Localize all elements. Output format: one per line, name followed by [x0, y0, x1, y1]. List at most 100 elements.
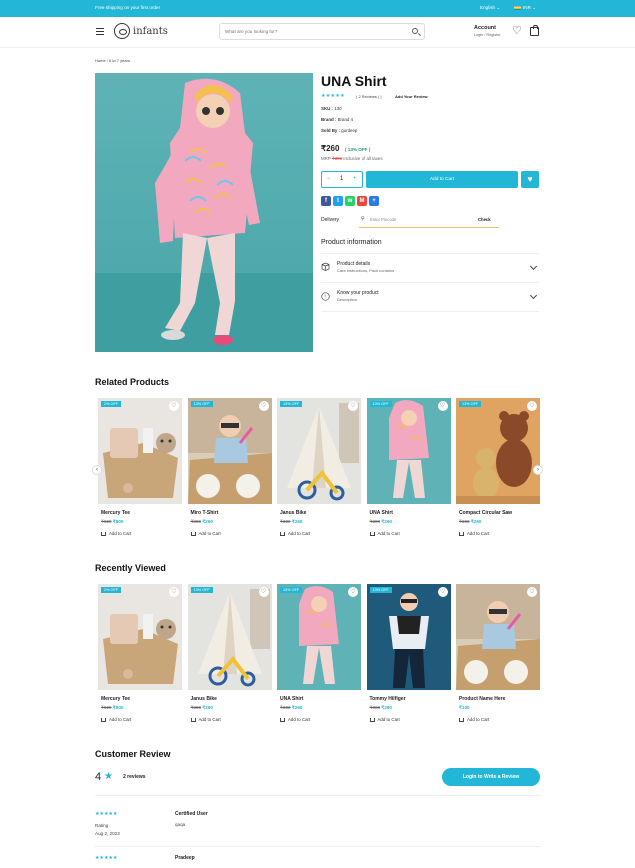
- product-card-mrp: ₹300: [190, 705, 202, 710]
- heart-icon[interactable]: ♡: [437, 587, 448, 597]
- product-card-sale-price: ₹260: [202, 519, 213, 524]
- gmail-icon[interactable]: M: [357, 196, 367, 206]
- currency-select[interactable]: INR ⌄: [514, 5, 536, 11]
- logo-icon[interactable]: [114, 23, 130, 39]
- add-to-cart-button[interactable]: Add to Cart: [366, 171, 518, 188]
- product-card-image[interactable]: [187, 584, 272, 690]
- product-card-mrp: ₹300: [369, 705, 381, 710]
- product-card-add-to-cart[interactable]: Add to Cart: [280, 717, 310, 722]
- product-card-name[interactable]: Janus Bike: [191, 696, 217, 702]
- product-card-image[interactable]: [366, 398, 451, 504]
- product-card-price: ₹300 ₹260: [191, 705, 213, 711]
- heart-icon[interactable]: ♡: [348, 401, 358, 411]
- know-your-product-sub: Description: [337, 297, 358, 302]
- qty-increment-button[interactable]: +: [353, 176, 357, 182]
- product-card-sale-price: ₹100: [459, 705, 470, 710]
- check-pincode-button[interactable]: Check: [478, 217, 491, 222]
- customer-review-heading: Customer Review: [95, 749, 171, 759]
- product-card-image[interactable]: [277, 584, 361, 690]
- twitter-icon[interactable]: t: [333, 196, 343, 206]
- logo-text[interactable]: infants: [133, 26, 168, 37]
- search-input[interactable]: [220, 24, 400, 39]
- product-card-image[interactable]: [187, 398, 272, 504]
- heart-icon[interactable]: ♡: [437, 401, 448, 411]
- discount-badge: 13% OFF: [190, 587, 213, 593]
- product-card-add-to-cart[interactable]: Add to Cart: [190, 717, 221, 722]
- product-card-price: ₹300 ₹260: [459, 519, 481, 525]
- heart-icon[interactable]: ♡: [348, 587, 358, 597]
- discount-badge: 13% OFF: [280, 587, 303, 593]
- account-link[interactable]: Account: [474, 25, 496, 31]
- product-card-sale-price: ₹260: [381, 519, 392, 524]
- review-rating-label: Rating: [95, 823, 109, 828]
- product-main-image[interactable]: [95, 73, 313, 352]
- product-card-add-to-cart[interactable]: Add to Cart: [459, 531, 489, 536]
- quantity-stepper: − 1 +: [321, 171, 363, 188]
- qty-value[interactable]: 1: [340, 176, 343, 182]
- review-stars: ★★★★★: [95, 855, 118, 861]
- header-divider: [0, 47, 635, 48]
- product-card-image[interactable]: [366, 584, 451, 690]
- facebook-icon[interactable]: f: [321, 196, 331, 206]
- know-your-product-toggle[interactable]: Know your product: [337, 290, 379, 296]
- product-card-name[interactable]: UNA Shirt: [370, 510, 393, 516]
- product-card-image[interactable]: [98, 584, 182, 690]
- cart-icon[interactable]: [530, 25, 539, 36]
- review-divider: [95, 795, 540, 796]
- product-card-add-to-cart[interactable]: Add to Cart: [190, 531, 221, 536]
- heart-icon[interactable]: ♡: [527, 401, 537, 411]
- cart-icon: [369, 531, 375, 536]
- whatsapp-icon[interactable]: w: [345, 196, 355, 206]
- heart-icon[interactable]: ♡: [258, 587, 269, 597]
- language-select[interactable]: English ⌄: [480, 5, 500, 11]
- carousel-next-button[interactable]: ›: [533, 465, 543, 475]
- product-card-add-to-cart[interactable]: Add to Cart: [101, 717, 131, 722]
- cart-icon: [190, 717, 196, 722]
- chevron-down-icon[interactable]: [529, 262, 538, 271]
- breadcrumb-home[interactable]: Home: [95, 58, 106, 63]
- product-card-name[interactable]: Tommy Hilfiger: [370, 696, 406, 702]
- heart-icon[interactable]: ♡: [527, 587, 537, 597]
- product-review-count[interactable]: ( 2 Reviews ) |: [356, 94, 382, 99]
- add-review-link[interactable]: Add Your Review: [395, 94, 428, 99]
- product-title: UNA Shirt: [321, 73, 387, 89]
- product-card-image[interactable]: [277, 398, 361, 504]
- product-card-add-to-cart[interactable]: Add to Cart: [369, 717, 400, 722]
- heart-icon[interactable]: ♡: [169, 401, 179, 411]
- product-details-toggle[interactable]: Product details: [337, 261, 370, 267]
- qty-decrement-button[interactable]: −: [327, 176, 331, 182]
- product-card-name[interactable]: Product Name Here: [459, 696, 505, 702]
- menu-icon[interactable]: [96, 28, 104, 35]
- product-card-add-to-cart[interactable]: Add to Cart: [101, 531, 131, 536]
- product-card-add-to-cart[interactable]: Add to Cart: [280, 531, 310, 536]
- carousel-prev-button[interactable]: ‹: [92, 465, 102, 475]
- product-price: ₹260: [321, 144, 340, 153]
- product-card-name[interactable]: Mercury Tee: [101, 696, 130, 702]
- product-card-add-to-cart[interactable]: Add to Cart: [369, 531, 400, 536]
- search-icon[interactable]: [412, 28, 418, 34]
- product-card-sale-price: ₹800: [112, 705, 124, 710]
- product-card-name[interactable]: Janus Bike: [280, 510, 306, 516]
- breadcrumb-current[interactable]: 6 to 7 years: [109, 58, 130, 63]
- login-register-link[interactable]: Login / Register: [474, 33, 501, 37]
- product-card-add-to-cart[interactable]: Add to Cart: [459, 717, 489, 722]
- product-card-name[interactable]: Compact Circular Saw: [459, 510, 512, 516]
- product-card-image[interactable]: [456, 398, 540, 504]
- discount-badge: 13% OFF: [369, 401, 392, 407]
- login-to-review-button[interactable]: Login to Write a Review: [442, 768, 540, 786]
- product-card-image[interactable]: [456, 584, 540, 690]
- wishlist-icon[interactable]: ♡: [512, 26, 522, 37]
- product-card-name[interactable]: Miro T-Shirt: [191, 510, 219, 516]
- product-card-sale-price: ₹260: [291, 519, 303, 524]
- share-more-icon[interactable]: +: [369, 196, 379, 206]
- heart-icon[interactable]: ♡: [169, 587, 179, 597]
- pincode-input[interactable]: Enter Pincode: [370, 217, 396, 222]
- svg-text:!: !: [324, 294, 325, 300]
- brand-row: Brand : Brand 4: [321, 117, 353, 122]
- product-card-image[interactable]: [98, 398, 182, 504]
- wishlist-button[interactable]: ♥: [521, 171, 539, 188]
- chevron-down-icon[interactable]: [529, 291, 538, 300]
- product-card-name[interactable]: UNA Shirt: [280, 696, 303, 702]
- heart-icon[interactable]: ♡: [258, 401, 269, 411]
- product-card-name[interactable]: Mercury Tee: [101, 510, 130, 516]
